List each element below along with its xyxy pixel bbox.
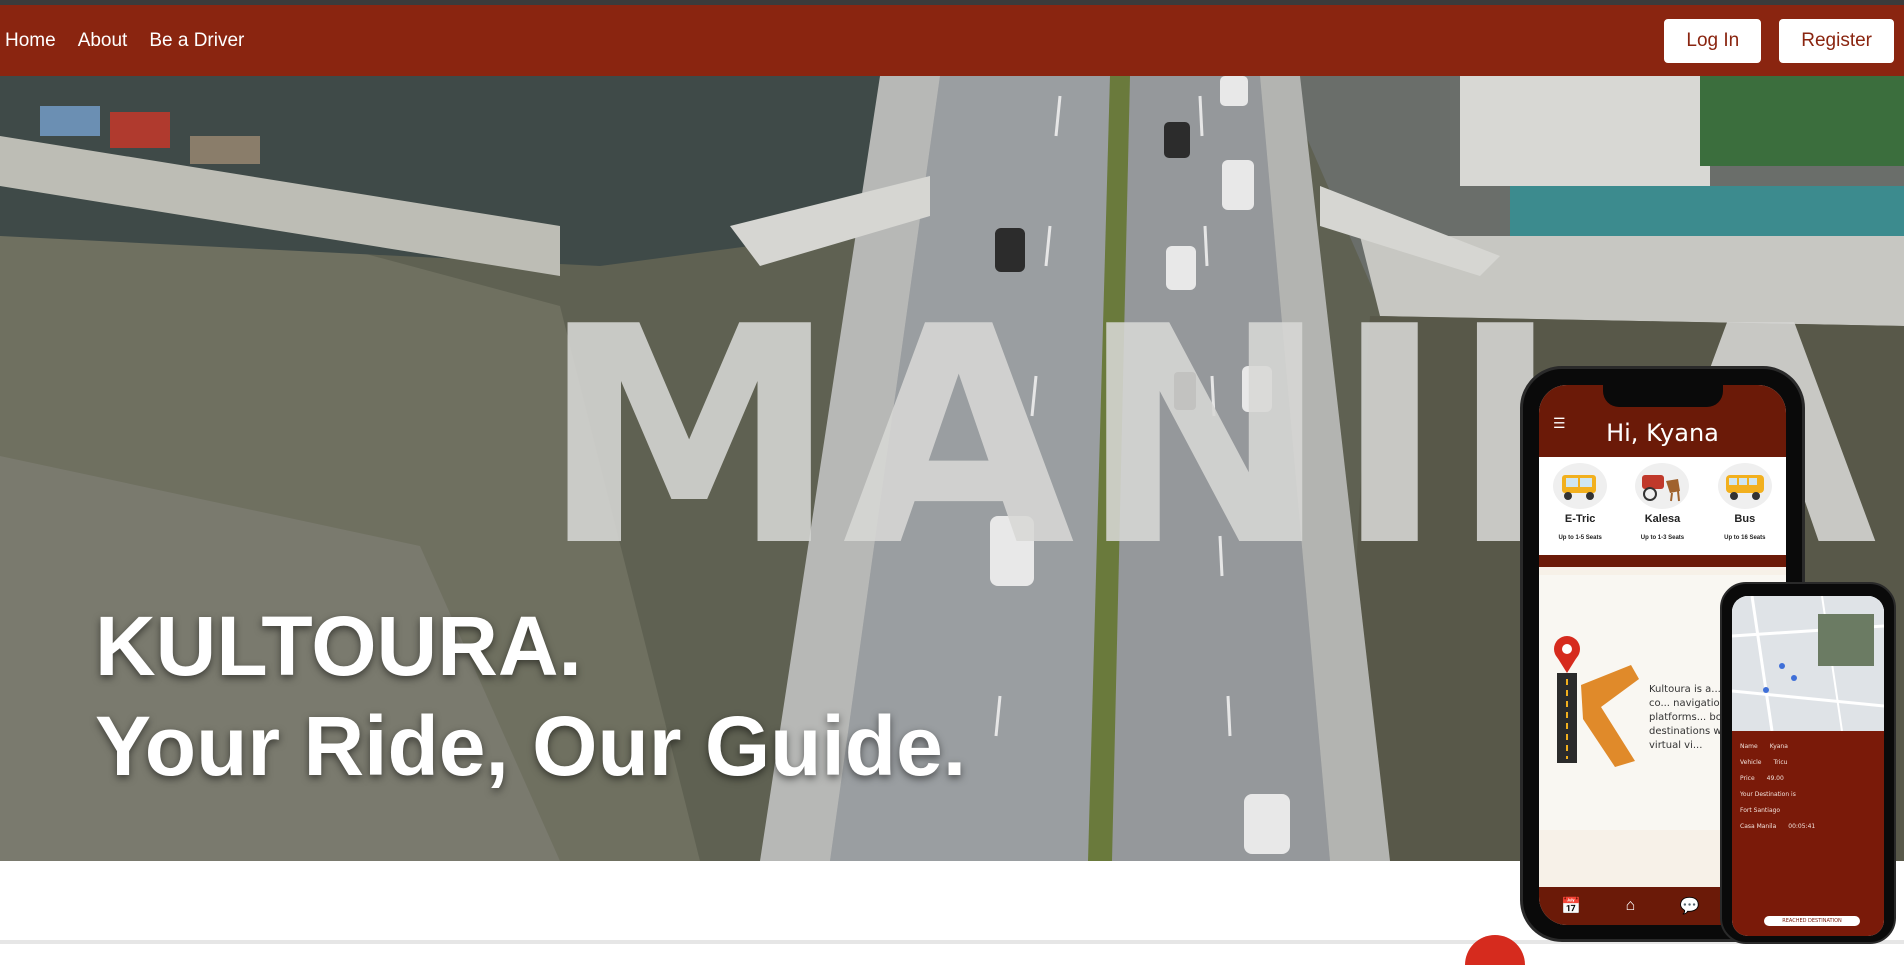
trip-row: Price 49.00: [1740, 775, 1876, 782]
main-navbar: Home About Be a Driver Log In Register: [0, 5, 1904, 76]
etric-icon: [1553, 463, 1608, 509]
map-view[interactable]: [1732, 596, 1884, 732]
trip-row: Your Destination is: [1740, 791, 1876, 798]
auth-actions: Log In Register: [1664, 18, 1899, 63]
vehicle-option-kalesa[interactable]: Kalesa Up to 1-3 Seats: [1624, 463, 1700, 541]
kalesa-icon: [1635, 463, 1690, 509]
vehicle-option-etric[interactable]: E-Tric Up to 1-5 Seats: [1542, 463, 1618, 541]
row-label: Fort Santiago: [1740, 807, 1781, 814]
trip-row: Casa Manila 00:05:41: [1740, 823, 1876, 830]
row-label: Your Destination is: [1740, 791, 1796, 798]
vehicle-options: E-Tric Up to 1-5 Seats Kalesa Up to 1-3 …: [1539, 457, 1786, 555]
chat-icon[interactable]: 💬: [1680, 896, 1700, 916]
row-label: Name: [1740, 743, 1758, 750]
phone-main-divider: [1539, 555, 1786, 567]
kultoura-logo-icon: [1551, 635, 1641, 780]
phone-greeting: Hi, Kyana: [1606, 419, 1719, 447]
phone-mockup-secondary: Name Kyana Vehicle Tricu Price 49.00 Your D…: [1720, 582, 1896, 944]
nav-home-link[interactable]: Home: [5, 30, 56, 52]
bus-icon: [1717, 463, 1772, 509]
vehicle-name: E-Tric: [1564, 513, 1596, 525]
trip-row: Vehicle Tricu: [1740, 759, 1876, 766]
row-value: Tricu: [1773, 759, 1788, 766]
phone-notch: [1602, 385, 1723, 407]
nav-be-a-driver-link[interactable]: Be a Driver: [149, 30, 244, 52]
row-label: Price: [1740, 775, 1755, 782]
vehicle-seats: Up to 1-3 Seats: [1640, 535, 1685, 541]
trip-row: Fort Santiago: [1740, 807, 1876, 814]
home-icon[interactable]: ⌂: [1626, 897, 1636, 915]
vehicle-name: Kalesa: [1644, 513, 1681, 525]
nav-links: Home About Be a Driver: [5, 30, 244, 52]
reached-destination-button[interactable]: REACHED DESTINATION: [1764, 916, 1860, 926]
trip-details-panel: Name Kyana Vehicle Tricu Price 49.00 Your D…: [1732, 731, 1884, 936]
hero-tagline: Your Ride, Our Guide.: [95, 699, 967, 793]
calendar-icon[interactable]: 📅: [1561, 896, 1581, 916]
hero-brand-title: KULTOURA.: [95, 599, 582, 693]
phone-secondary-screen: Name Kyana Vehicle Tricu Price 49.00 Your D…: [1732, 596, 1884, 936]
nav-about-link[interactable]: About: [78, 30, 128, 52]
row-value: 00:05:41: [1788, 823, 1816, 830]
row-label: Vehicle: [1740, 759, 1762, 766]
row-value: 49.00: [1766, 775, 1784, 782]
row-value: Kyana: [1769, 743, 1788, 750]
row-label: Casa Manila: [1740, 823, 1777, 830]
login-button[interactable]: Log In: [1664, 18, 1762, 63]
vehicle-seats: Up to 16 Seats: [1724, 535, 1766, 541]
vehicle-seats: Up to 1-5 Seats: [1558, 535, 1602, 541]
vehicle-name: Bus: [1734, 513, 1756, 525]
register-button[interactable]: Register: [1779, 18, 1894, 63]
trip-row: Name Kyana: [1740, 743, 1876, 750]
vehicle-option-bus[interactable]: Bus Up to 16 Seats: [1707, 463, 1783, 541]
